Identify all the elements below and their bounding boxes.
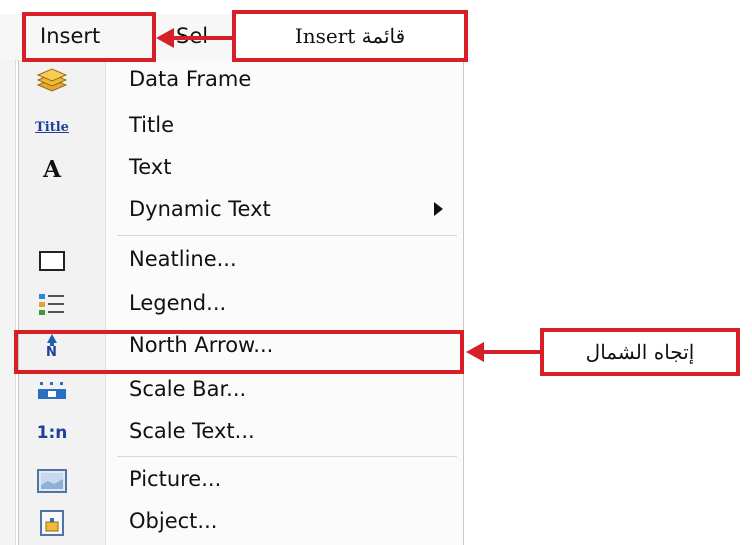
menu-item-neatline[interactable]: Neatline...: [19, 240, 463, 282]
north-arrow-highlight: [14, 330, 464, 374]
menu-separator: [117, 456, 457, 457]
scale-bar-icon: [35, 376, 69, 406]
title-icon: Title: [35, 119, 69, 135]
menu-item-scale-text[interactable]: 1:n Scale Text...: [19, 412, 463, 454]
data-frame-icon: [35, 66, 69, 96]
neatline-icon: [35, 246, 69, 276]
north-arrow-callout: إتجاه الشمال: [540, 328, 740, 376]
menu-item-label: Data Frame: [129, 67, 252, 91]
menu-item-title[interactable]: Title Title: [19, 106, 463, 148]
left-window-strip: [0, 60, 16, 545]
menu-item-label: Neatline...: [129, 247, 237, 271]
object-icon: [35, 508, 69, 538]
menu-item-label: Text: [129, 155, 172, 179]
insert-callout-arrow-icon: [156, 28, 174, 48]
north-arrow-callout-arrow-line: [482, 350, 542, 354]
insert-callout-text: قائمة Insert: [294, 24, 406, 48]
submenu-arrow-icon: [434, 202, 443, 216]
menu-item-label: Object...: [129, 509, 218, 533]
menu-item-label: Scale Bar...: [129, 377, 247, 401]
menu-separator: [117, 235, 457, 236]
insert-menu-highlight: [22, 12, 156, 62]
scale-text-icon: 1:n: [36, 423, 68, 443]
menu-item-scale-bar[interactable]: Scale Bar...: [19, 370, 463, 412]
north-arrow-callout-text: إتجاه الشمال: [585, 340, 695, 364]
insert-callout: قائمة Insert: [232, 10, 468, 62]
menu-item-object[interactable]: Object...: [19, 502, 463, 544]
menu-item-label: Picture...: [129, 467, 222, 491]
north-arrow-callout-arrow-icon: [466, 342, 484, 362]
text-icon: A: [43, 155, 61, 183]
menu-item-text[interactable]: A Text: [19, 148, 463, 190]
menu-item-legend[interactable]: Legend...: [19, 284, 463, 326]
menu-item-label: Scale Text...: [129, 419, 255, 443]
menu-item-picture[interactable]: Picture...: [19, 460, 463, 502]
legend-icon: [35, 290, 69, 320]
picture-icon: [35, 466, 69, 496]
menu-item-label: Legend...: [129, 291, 227, 315]
menu-item-label: Title: [129, 113, 175, 137]
insert-callout-arrow-line: [170, 36, 234, 40]
menu-item-data-frame[interactable]: Data Frame: [19, 60, 463, 102]
menu-item-label: Dynamic Text: [129, 197, 271, 221]
insert-dropdown-menu: Data Frame Title Title A Text Dynamic Te…: [18, 60, 464, 545]
menu-item-dynamic-text[interactable]: Dynamic Text: [19, 190, 463, 232]
